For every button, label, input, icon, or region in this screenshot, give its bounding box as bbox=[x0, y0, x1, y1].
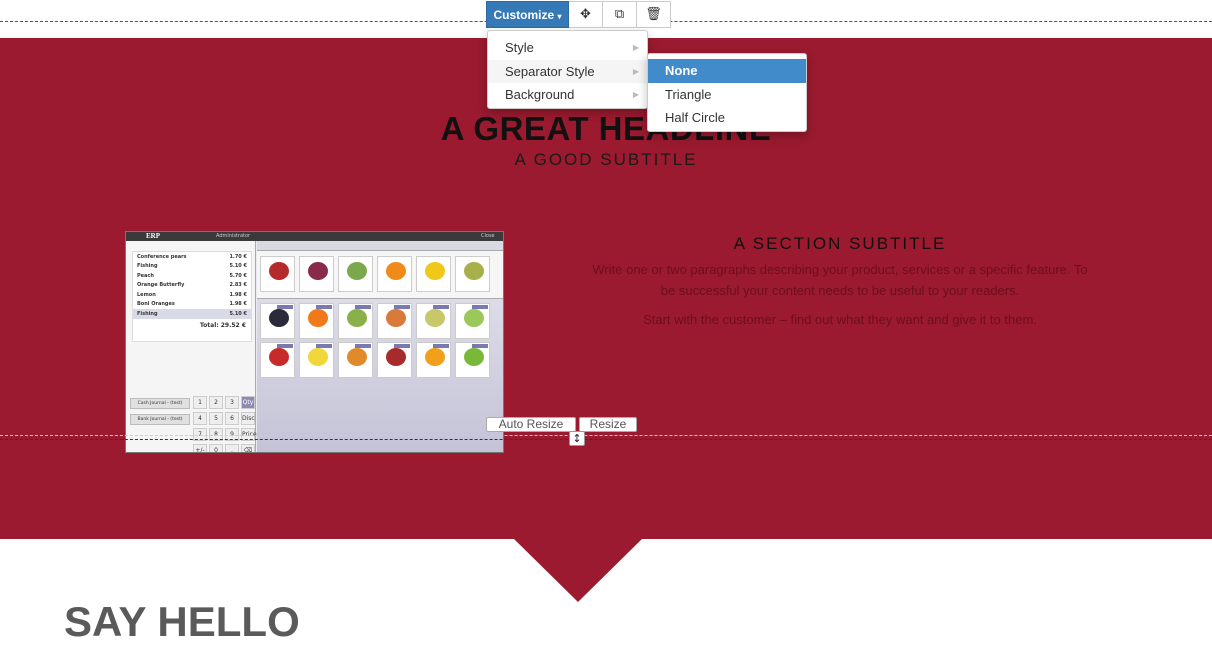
list-item: Boni Oranges 1.98 € bbox=[137, 301, 247, 308]
list-item: Fishing 5.10 € bbox=[133, 309, 251, 319]
product-tile bbox=[377, 303, 412, 339]
pos-user: Administrator bbox=[216, 233, 251, 239]
product-tile bbox=[416, 342, 451, 378]
product-tile bbox=[416, 303, 451, 339]
section-subtitle[interactable]: A SECTION SUBTITLE bbox=[590, 234, 1090, 254]
customize-button[interactable]: Customize ▾ bbox=[486, 1, 569, 28]
menu-item-none[interactable]: None bbox=[648, 59, 806, 83]
pos-orderlines: Conference pears 1.70 € Fishing 5.10 € Pea… bbox=[132, 251, 252, 342]
product-tile bbox=[260, 303, 295, 339]
hero-subtitle[interactable]: A GOOD SUBTITLE bbox=[0, 150, 1212, 170]
pos-category-bar bbox=[257, 241, 503, 251]
resize-handle-icon[interactable]: ↕ bbox=[569, 431, 585, 446]
product-tile bbox=[260, 342, 295, 378]
pos-key: 1 bbox=[193, 396, 207, 409]
menu-item-triangle[interactable]: Triangle bbox=[648, 83, 806, 107]
list-item: Orange Butterfly 2.83 € bbox=[137, 282, 247, 289]
product-tile bbox=[299, 342, 334, 378]
move-icon[interactable]: ✥ bbox=[569, 1, 603, 28]
product-tile bbox=[338, 303, 373, 339]
resize-guide-line bbox=[0, 435, 1212, 436]
pos-key: Qty bbox=[241, 396, 255, 409]
caret-down-icon: ▾ bbox=[557, 12, 562, 21]
pos-close: Close bbox=[481, 233, 495, 239]
customize-menu: Style ▶ Separator Style ▶ Background ▶ bbox=[487, 30, 648, 109]
feature-paragraph-1[interactable]: Write one or two paragraphs describing y… bbox=[590, 259, 1090, 301]
product-tile bbox=[455, 342, 490, 378]
product-tile bbox=[299, 256, 334, 292]
pos-key: 2 bbox=[209, 396, 223, 409]
menu-item-background[interactable]: Background ▶ bbox=[488, 83, 647, 107]
pos-screenshot-image[interactable]: ERP Administrator Close Conference pears… bbox=[125, 231, 504, 453]
snippet-toolbar: Customize ▾ ✥ ⧉ 🗑 bbox=[486, 1, 671, 28]
resize-button[interactable]: Resize bbox=[579, 417, 637, 432]
pos-key: . bbox=[225, 444, 239, 452]
product-tile bbox=[455, 256, 490, 292]
triangle-separator bbox=[514, 539, 642, 602]
pos-key: 6 bbox=[225, 412, 239, 425]
product-tile bbox=[377, 342, 412, 378]
clone-icon[interactable]: ⧉ bbox=[603, 1, 637, 28]
product-tile bbox=[377, 256, 412, 292]
chevron-right-icon: ▶ bbox=[632, 90, 639, 99]
pos-total: Total: 29.52 € bbox=[199, 321, 246, 329]
chevron-right-icon: ▶ bbox=[632, 43, 639, 52]
product-tile bbox=[338, 256, 373, 292]
pos-bank-journal: Bank Journal - (test) bbox=[130, 414, 190, 425]
separator-style-submenu: None Triangle Half Circle bbox=[647, 53, 807, 132]
chevron-right-icon: ▶ bbox=[632, 66, 639, 76]
pos-key: 4 bbox=[193, 412, 207, 425]
pos-key: Disc bbox=[241, 412, 255, 425]
feature-paragraph-2[interactable]: Start with the customer – find out what … bbox=[590, 309, 1090, 330]
list-item: Lemon 1.98 € bbox=[137, 291, 247, 298]
product-tile bbox=[299, 303, 334, 339]
product-tile bbox=[260, 256, 295, 292]
auto-resize-button[interactable]: Auto Resize bbox=[486, 417, 576, 432]
page: A GREAT HEADLINE A GOOD SUBTITLE ERP Adm… bbox=[0, 0, 1212, 663]
pos-top-bar: ERP Administrator Close bbox=[126, 232, 503, 241]
pos-categories bbox=[257, 251, 503, 299]
pos-key: +/- bbox=[193, 444, 207, 452]
pos-key: ⌫ bbox=[241, 444, 255, 452]
pos-products-panel bbox=[257, 241, 503, 452]
list-item: Conference pears 1.70 € bbox=[137, 253, 247, 260]
pos-cash-journal: Cash Journal - (test) bbox=[130, 398, 190, 409]
product-tile bbox=[338, 342, 373, 378]
pos-key: 0 bbox=[209, 444, 223, 452]
trash-icon[interactable]: 🗑 bbox=[637, 1, 671, 28]
say-hello-heading[interactable]: SAY HELLO bbox=[64, 598, 300, 646]
pos-key: 5 bbox=[209, 412, 223, 425]
list-item: Peach 5.70 € bbox=[137, 272, 247, 279]
menu-item-separator-style[interactable]: Separator Style ▶ bbox=[488, 59, 647, 83]
pos-order-panel: Conference pears 1.70 € Fishing 5.10 € Pea… bbox=[126, 241, 257, 452]
product-tile bbox=[455, 303, 490, 339]
list-item: Fishing 5.10 € bbox=[137, 263, 247, 270]
section-outline-bottom bbox=[0, 439, 1212, 440]
menu-item-style[interactable]: Style ▶ bbox=[488, 36, 647, 60]
product-tile bbox=[416, 256, 451, 292]
menu-item-half-circle[interactable]: Half Circle bbox=[648, 106, 806, 130]
hero-headline[interactable]: A GREAT HEADLINE bbox=[0, 110, 1212, 148]
pos-key: 3 bbox=[225, 396, 239, 409]
pos-logo: ERP bbox=[146, 232, 160, 240]
